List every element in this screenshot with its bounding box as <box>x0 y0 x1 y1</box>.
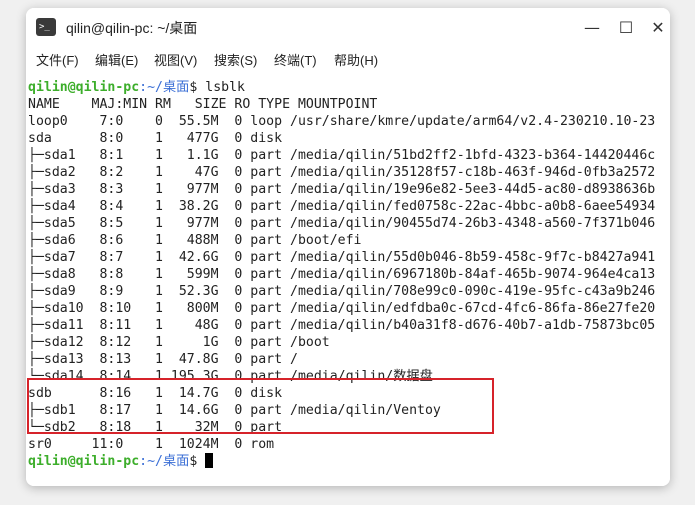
window-title: qilin@qilin-pc: ~/桌面 <box>66 20 198 36</box>
output-line: ├─sda13 8:13 1 47.8G 0 part / <box>28 352 298 367</box>
command-prompt-line: qilin@qilin-pc:~/桌面$ lsblk <box>28 79 668 96</box>
minimize-icon: — <box>584 18 600 37</box>
menu-edit[interactable]: 编辑(E) <box>95 52 138 70</box>
menu-help[interactable]: 帮助(H) <box>334 52 378 70</box>
output-line: ├─sda11 8:11 1 48G 0 part /media/qilin/b… <box>28 318 656 333</box>
terminal-output[interactable]: qilin@qilin-pc:~/桌面$ lsblk NAME MAJ:MIN … <box>26 78 670 486</box>
output-line: ├─sda7 8:7 1 42.6G 0 part /media/qilin/5… <box>28 250 656 265</box>
output-line-sdb1: ├─sdb1 8:17 1 14.6G 0 part /media/qilin/… <box>28 403 441 418</box>
output-line: ├─sda3 8:3 1 977M 0 part /media/qilin/19… <box>28 182 656 197</box>
output-line: ├─sda9 8:9 1 52.3G 0 part /media/qilin/7… <box>28 284 656 299</box>
output-line-sdb: sdb 8:16 1 14.7G 0 disk <box>28 386 283 401</box>
output-line: ├─sda5 8:5 1 977M 0 part /media/qilin/90… <box>28 216 656 231</box>
output-line: ├─sda10 8:10 1 800M 0 part /media/qilin/… <box>28 301 656 316</box>
title-bar[interactable]: >_ qilin@qilin-pc: ~/桌面 — ☐ ✕ <box>26 8 670 48</box>
prompt-user: qilin@qilin-pc <box>28 80 140 95</box>
output-line: ├─sda1 8:1 1 1.1G 0 part /media/qilin/51… <box>28 148 656 163</box>
minimize-button[interactable]: — <box>580 16 604 40</box>
output-line: loop0 7:0 0 55.5M 0 loop /usr/share/kmre… <box>28 114 656 129</box>
menu-terminal[interactable]: 终端(T) <box>274 52 317 70</box>
text-cursor <box>205 453 214 468</box>
terminal-window: >_ qilin@qilin-pc: ~/桌面 — ☐ ✕ 文件(F) 编辑(E… <box>26 8 670 486</box>
command-prompt-line: qilin@qilin-pc:~/桌面$ <box>28 453 668 470</box>
prompt-symbol: $ <box>189 80 206 95</box>
menu-search[interactable]: 搜索(S) <box>214 52 257 70</box>
output-line: sda 8:0 1 477G 0 disk <box>28 131 283 146</box>
prompt-symbol: $ <box>189 454 206 469</box>
maximize-button[interactable]: ☐ <box>614 16 638 40</box>
output-line: ├─sda2 8:2 1 47G 0 part /media/qilin/351… <box>28 165 656 180</box>
menu-view[interactable]: 视图(V) <box>154 52 197 70</box>
output-line: ├─sda8 8:8 1 599M 0 part /media/qilin/69… <box>28 267 656 282</box>
menu-bar: 文件(F) 编辑(E) 视图(V) 搜索(S) 终端(T) 帮助(H) <box>26 48 670 74</box>
prompt-path: :~/桌面 <box>139 80 190 95</box>
output-header: NAME MAJ:MIN RM SIZE RO TYPE MOUNTPOINT <box>28 97 378 112</box>
close-icon: ✕ <box>651 18 665 37</box>
output-line: sr0 11:0 1 1024M 0 rom <box>28 437 275 452</box>
output-line: └─sda14 8:14 1 195.3G 0 part /media/qili… <box>28 369 433 384</box>
output-line-sdb2: └─sdb2 8:18 1 32M 0 part <box>28 420 283 435</box>
maximize-icon: ☐ <box>618 18 634 37</box>
close-button[interactable]: ✕ <box>646 16 670 40</box>
prompt-command: lsblk <box>205 80 245 95</box>
output-line: ├─sda4 8:4 1 38.2G 0 part /media/qilin/f… <box>28 199 656 214</box>
menu-file[interactable]: 文件(F) <box>36 52 79 70</box>
output-line: ├─sda12 8:12 1 1G 0 part /boot <box>28 335 330 350</box>
prompt-path: :~/桌面 <box>139 454 190 469</box>
output-line: ├─sda6 8:6 1 488M 0 part /boot/efi <box>28 233 362 248</box>
terminal-app-icon: >_ <box>36 18 56 36</box>
prompt-user: qilin@qilin-pc <box>28 454 140 469</box>
